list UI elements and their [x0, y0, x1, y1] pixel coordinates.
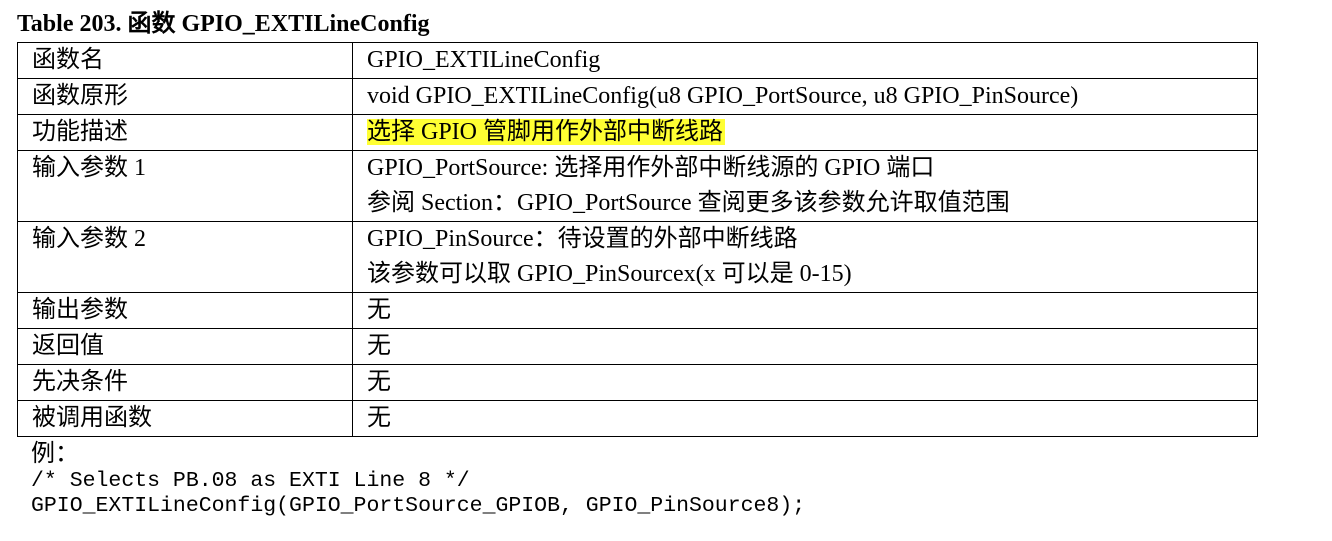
row-value: GPIO_PortSource: 选择用作外部中断线源的 GPIO 端口 参阅 … — [352, 150, 1258, 222]
row-value: 无 — [352, 292, 1258, 329]
table-row: 功能描述 选择 GPIO 管脚用作外部中断线路 — [17, 114, 1258, 151]
row-label: 函数原形 — [17, 78, 353, 115]
row-value-line: 该参数可以取 GPIO_PinSourcex(x 可以是 0-15) — [367, 261, 852, 287]
table-row: 输入参数 1 GPIO_PortSource: 选择用作外部中断线源的 GPIO… — [17, 150, 1258, 222]
row-value-line: GPIO_PinSource：待设置的外部中断线路 — [367, 226, 798, 252]
row-value-line: void GPIO_EXTILineConfig(u8 GPIO_PortSou… — [367, 83, 1079, 109]
table-row: 被调用函数 无 — [17, 400, 1258, 437]
row-label: 返回值 — [17, 328, 353, 365]
row-label: 功能描述 — [17, 114, 353, 151]
row-value: 选择 GPIO 管脚用作外部中断线路 — [352, 114, 1258, 151]
row-value: GPIO_PinSource：待设置的外部中断线路 该参数可以取 GPIO_Pi… — [352, 221, 1258, 293]
row-value-line: GPIO_EXTILineConfig — [367, 47, 601, 73]
row-value-line: 选择 GPIO 管脚用作外部中断线路 — [367, 116, 1257, 150]
row-value-line: 无 — [367, 369, 391, 395]
table-row: 先决条件 无 — [17, 364, 1258, 401]
row-value-line: 参阅 Section：GPIO_PortSource 查阅更多该参数允许取值范围 — [367, 190, 1010, 216]
row-label: 输入参数 1 — [17, 150, 353, 222]
table-row: 输出参数 无 — [17, 292, 1258, 329]
table-row: 输入参数 2 GPIO_PinSource：待设置的外部中断线路 该参数可以取 … — [17, 221, 1258, 293]
row-value: 无 — [352, 328, 1258, 365]
row-value: void GPIO_EXTILineConfig(u8 GPIO_PortSou… — [352, 78, 1258, 115]
row-label: 函数名 — [17, 42, 353, 79]
example-section: 例： /* Selects PB.08 as EXTI Line 8 */ GP… — [17, 439, 1267, 519]
row-label: 输入参数 2 — [17, 221, 353, 293]
row-value: 无 — [352, 364, 1258, 401]
row-value: GPIO_EXTILineConfig — [352, 42, 1258, 79]
table-row: 返回值 无 — [17, 328, 1258, 365]
table-row: 函数原形 void GPIO_EXTILineConfig(u8 GPIO_Po… — [17, 78, 1258, 115]
row-label: 输出参数 — [17, 292, 353, 329]
table-row: 函数名 GPIO_EXTILineConfig — [17, 42, 1258, 79]
code-line: /* Selects PB.08 as EXTI Line 8 */ — [31, 469, 470, 493]
row-label: 被调用函数 — [17, 400, 353, 437]
row-label: 先决条件 — [17, 364, 353, 401]
row-value-line: GPIO_PortSource: 选择用作外部中断线源的 GPIO 端口 — [367, 155, 935, 181]
row-value-line: 无 — [367, 333, 391, 359]
example-label: 例： — [31, 441, 79, 467]
row-value-line: 无 — [367, 405, 391, 431]
document-page: Table 203. 函数 GPIO_EXTILineConfig 函数名 GP… — [17, 8, 1267, 519]
table-title: Table 203. 函数 GPIO_EXTILineConfig — [17, 11, 430, 37]
function-spec-table: 函数名 GPIO_EXTILineConfig 函数原形 void GPIO_E… — [17, 42, 1258, 437]
row-value: 无 — [352, 400, 1258, 437]
row-value-line: 无 — [367, 297, 391, 323]
code-line: GPIO_EXTILineConfig(GPIO_PortSource_GPIO… — [31, 494, 806, 518]
highlighted-text: 选择 GPIO 管脚用作外部中断线路 — [367, 119, 726, 145]
